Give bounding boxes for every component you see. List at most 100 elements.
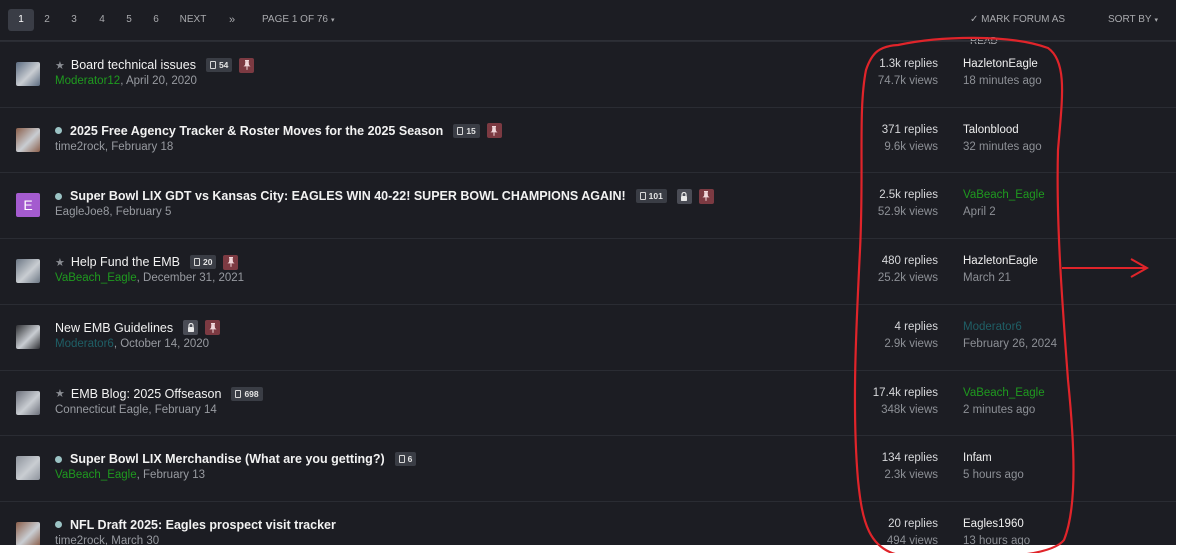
topic-title-line: 2025 Free Agency Tracker & Roster Moves … [55,121,502,141]
author-link[interactable]: Connecticut Eagle [55,404,148,416]
topic-stats: 17.4k replies 348k views [828,387,938,416]
next-page-link[interactable]: NEXT [176,9,210,31]
page-6-link[interactable]: 6 [147,9,165,31]
topic-stats: 1.3k replies 74.7k views [828,58,938,87]
topic-row[interactable]: ★ EMB Blog: 2025 Offseason 698 Connecticut … [0,369,1176,437]
page-5-link[interactable]: 5 [120,9,138,31]
page-count-badge[interactable]: 6 [394,452,417,467]
mark-forum-read-button[interactable]: ✓ MARK FORUM AS READ [970,9,1092,47]
topic-stats: 4 replies 2.9k views [828,321,938,350]
last-post-time[interactable]: March 21 [963,272,1123,284]
topic-row[interactable]: ★ Board technical issues 54 Moderator12, Ap… [0,41,1176,108]
last-poster-link[interactable]: HazletonEagle [963,58,1123,70]
topic-title-link[interactable]: Board technical issues [71,58,196,72]
page-count-value: 15 [466,125,476,136]
author-link[interactable]: Moderator12 [55,75,120,87]
reply-count: 134 replies [881,452,938,465]
last-page-icon[interactable]: » [224,9,240,31]
avatar[interactable] [16,127,40,152]
topic-title-line: NFL Draft 2025: Eagles prospect visit tr… [55,515,336,535]
topic-row[interactable]: Super Bowl LIX Merchandise (What are you… [0,435,1176,502]
page-count-badge[interactable]: 101 [635,189,667,204]
topic-title-line: Super Bowl LIX Merchandise (What are you… [55,449,417,469]
last-post-time[interactable]: 2 minutes ago [963,404,1123,416]
page-1-link[interactable]: 1 [8,9,34,31]
avatar[interactable] [16,259,40,284]
topic-title-link[interactable]: Super Bowl LIX Merchandise (What are you… [70,452,385,466]
author-link[interactable]: VaBeach_Eagle [55,469,137,481]
topic-stats: 134 replies 2.3k views [828,452,938,481]
topic-title-link[interactable]: Super Bowl LIX GDT vs Kansas City: EAGLE… [70,189,626,203]
page-3-link[interactable]: 3 [65,9,83,31]
last-post-time[interactable]: 32 minutes ago [963,141,1123,153]
forum-topic-list: 1 2 3 4 5 6 NEXT » PAGE 1 OF 76 ▾ ✓ MARK … [0,0,1176,545]
last-poster-link[interactable]: VaBeach_Eagle [963,387,1123,399]
page-jump-dropdown[interactable]: PAGE 1 OF 76 ▾ [262,9,340,31]
last-post-time[interactable]: 5 hours ago [963,469,1123,481]
last-post-time[interactable]: February 26, 2024 [963,338,1123,350]
avatar[interactable] [16,390,40,415]
topic-row[interactable]: E Super Bowl LIX GDT vs Kansas City: EAGL… [0,172,1176,239]
last-post-info: Eagles1960 13 hours ago [963,518,1123,545]
document-icon [457,126,464,135]
page-2-link[interactable]: 2 [38,9,56,31]
topic-meta: EagleJoe8, February 5 [55,206,171,218]
topic-row[interactable]: New EMB Guidelines Moderator6, October 14… [0,303,1176,371]
lock-icon [183,320,199,336]
topic-date: , October 14, 2020 [113,337,210,350]
last-poster-link[interactable]: Eagles1960 [963,518,1123,530]
avatar[interactable]: E [16,193,40,218]
sort-by-dropdown[interactable]: SORT BY ▾ [1108,9,1164,31]
last-post-info: HazletonEagle March 21 [963,255,1123,284]
document-icon [235,389,242,398]
author-link[interactable]: time2rock [55,535,105,545]
star-icon: ★ [55,388,65,400]
reply-count: 371 replies [881,123,938,136]
page-4-link[interactable]: 4 [93,9,111,31]
pin-icon [698,188,714,204]
last-poster-link[interactable]: Moderator6 [963,321,1123,333]
page-count-badge[interactable]: 698 [231,386,263,401]
pagination-bar: 1 2 3 4 5 6 NEXT » PAGE 1 OF 76 ▾ ✓ MARK … [0,0,1176,47]
avatar[interactable] [16,62,40,86]
document-icon [398,455,405,464]
topic-row[interactable]: NFL Draft 2025: Eagles prospect visit tr… [0,500,1176,545]
topic-title-link[interactable]: NFL Draft 2025: Eagles prospect visit tr… [70,518,336,532]
topic-title-link[interactable]: EMB Blog: 2025 Offseason [71,387,222,401]
author-link[interactable]: Moderator6 [55,338,114,350]
reply-count: 2.5k replies [879,189,938,202]
last-poster-link[interactable]: Talonblood [963,124,1123,136]
reply-count: 20 replies [888,517,938,530]
topic-date: , February 14 [148,403,217,416]
view-count: 2.3k views [884,469,938,482]
topic-row[interactable]: ★ Help Fund the EMB 20 VaBeach_Eagle, Decem… [0,238,1176,305]
topic-meta: time2rock, March 30 [55,535,159,545]
topic-title-link[interactable]: 2025 Free Agency Tracker & Roster Moves … [70,124,443,138]
topic-row[interactable]: 2025 Free Agency Tracker & Roster Moves … [0,106,1176,174]
last-post-time[interactable]: 18 minutes ago [963,75,1123,87]
page-count-badge[interactable]: 54 [205,58,233,72]
author-link[interactable]: VaBeach_Eagle [55,272,137,284]
view-count: 9.6k views [884,140,938,153]
last-post-time[interactable]: April 2 [963,206,1123,218]
avatar[interactable] [16,324,40,349]
avatar[interactable] [16,521,40,545]
avatar[interactable] [16,456,40,481]
page-count-badge[interactable]: 20 [189,255,217,270]
last-post-info: VaBeach_Eagle 2 minutes ago [963,387,1123,416]
document-icon [639,192,646,201]
topic-date: , December 31, 2021 [136,272,245,285]
author-link[interactable]: EagleJoe8 [55,206,109,218]
last-poster-link[interactable]: Infam [963,452,1123,464]
topic-title-link[interactable]: New EMB Guidelines [55,321,173,335]
topic-title-line: New EMB Guidelines [55,318,221,338]
last-post-time[interactable]: 13 hours ago [963,535,1123,545]
last-poster-link[interactable]: VaBeach_Eagle [963,189,1123,201]
pin-icon [205,320,221,336]
view-count: 52.9k views [877,206,938,219]
author-link[interactable]: time2rock [55,141,105,153]
topic-title-link[interactable]: Help Fund the EMB [71,255,180,269]
page-count-badge[interactable]: 15 [453,123,480,138]
topic-date: , February 5 [109,206,172,219]
last-poster-link[interactable]: HazletonEagle [963,255,1123,267]
